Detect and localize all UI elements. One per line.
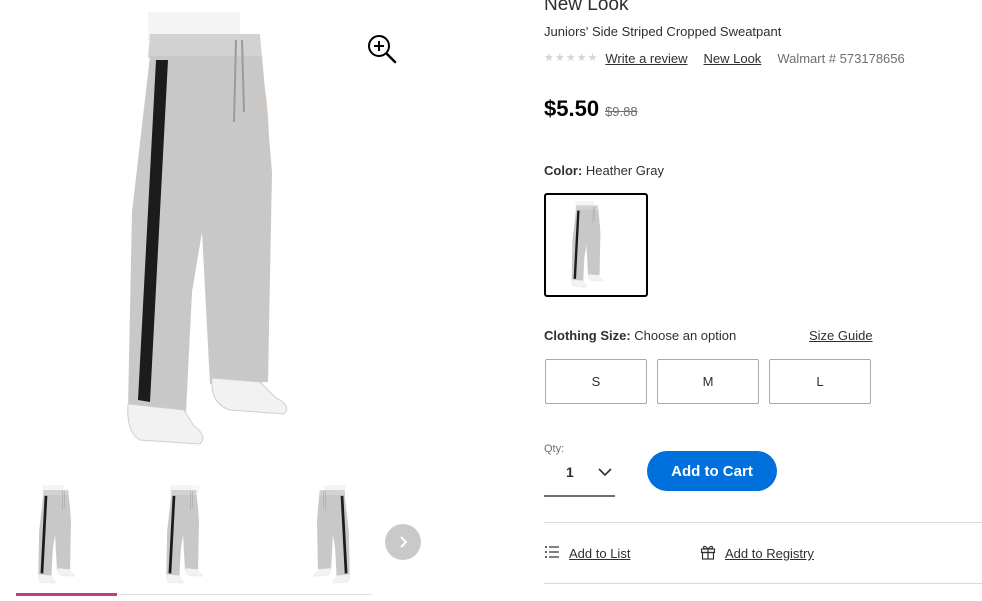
star-icon: ★ — [554, 51, 565, 64]
size-label: Clothing Size: Choose an option — [544, 328, 736, 343]
thumbnail-strip — [16, 475, 372, 597]
product-title: Juniors' Side Striped Cropped Sweatpant — [544, 24, 782, 39]
add-to-list-label: Add to List — [569, 546, 631, 561]
size-label-title: Clothing Size: — [544, 328, 631, 343]
add-to-registry-button[interactable]: Add to Registry — [700, 544, 814, 563]
brand-name: New Look — [544, 0, 629, 15]
quantity-underline — [544, 495, 615, 497]
color-value: Heather Gray — [585, 163, 664, 178]
current-price: $5.50 — [544, 96, 600, 121]
divider — [544, 522, 982, 523]
write-review-link[interactable]: Write a review — [605, 51, 687, 66]
size-option-l[interactable]: L — [769, 359, 871, 404]
chevron-down-icon — [597, 465, 613, 483]
list-icon — [544, 544, 560, 563]
color-label-title: Color: — [544, 163, 583, 178]
add-to-list-button[interactable]: Add to List — [544, 544, 630, 563]
thumbnail-1[interactable] — [16, 485, 116, 585]
size-guide-link[interactable]: Size Guide — [809, 328, 873, 343]
star-icon: ★ — [576, 51, 587, 64]
price-row: $5.50 $9.88 — [544, 96, 638, 122]
zoom-icon[interactable] — [366, 33, 398, 65]
product-meta-row: ★ ★ ★ ★ ★ Write a review New Look Walmar… — [544, 49, 905, 67]
size-value: Choose an option — [634, 328, 737, 343]
quantity-value: 1 — [566, 464, 574, 480]
gift-icon — [700, 544, 716, 563]
product-main-image[interactable] — [100, 12, 400, 452]
quantity-select[interactable]: 1 — [544, 457, 615, 497]
was-price: $9.88 — [605, 104, 638, 119]
thumbnail-2[interactable] — [144, 475, 244, 585]
chevron-right-icon[interactable] — [385, 524, 421, 560]
add-to-cart-button[interactable]: Add to Cart — [647, 451, 777, 491]
size-option-s[interactable]: S — [545, 359, 647, 404]
star-icon: ★ — [565, 51, 576, 64]
divider — [544, 583, 982, 584]
star-icon: ★ — [544, 51, 554, 64]
thumbnail-3[interactable] — [272, 485, 372, 585]
rating-stars: ★ ★ ★ ★ ★ — [544, 51, 598, 64]
color-label: Color: Heather Gray — [544, 163, 664, 178]
size-option-m[interactable]: M — [657, 359, 759, 404]
thumbnail-divider — [117, 594, 372, 595]
quantity-label: Qty: — [544, 443, 565, 455]
star-icon: ★ — [587, 51, 598, 64]
brand-link[interactable]: New Look — [704, 51, 762, 66]
add-to-registry-label: Add to Registry — [725, 546, 814, 561]
selected-thumbnail-indicator — [16, 593, 117, 596]
walmart-number: Walmart # 573178656 — [777, 50, 905, 66]
color-swatch-heather-gray[interactable] — [544, 193, 648, 297]
